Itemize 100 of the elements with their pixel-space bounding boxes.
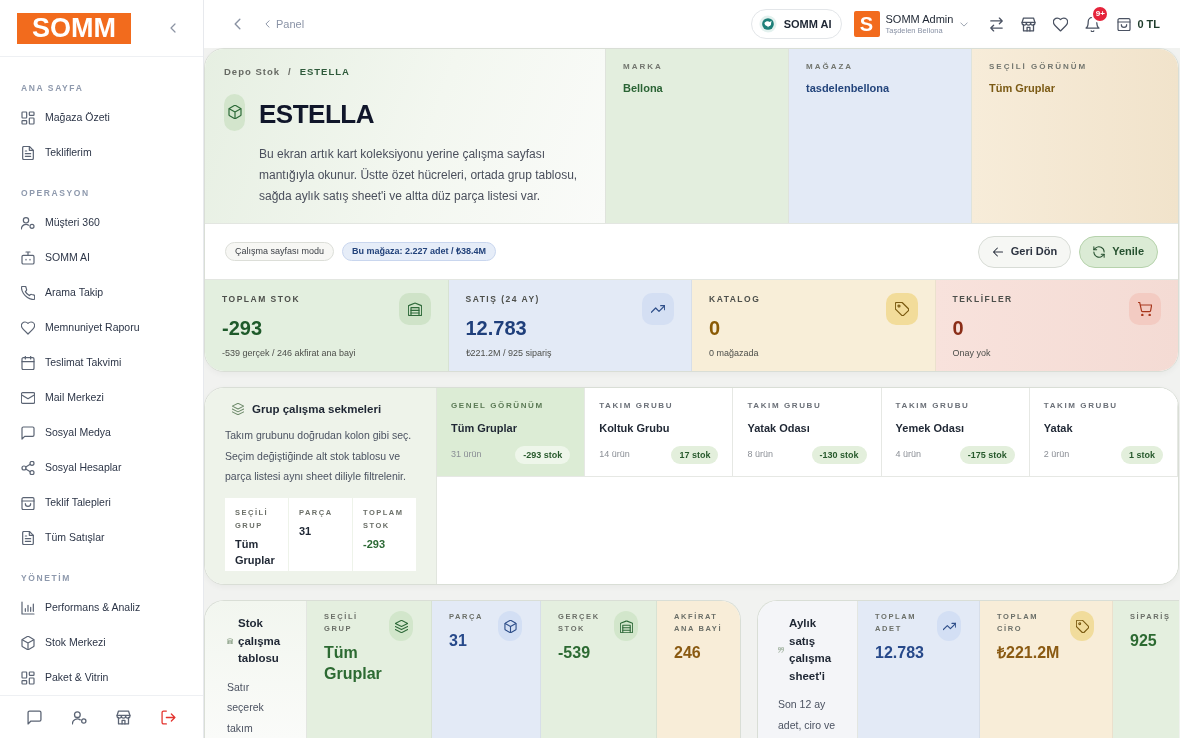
stat-note: ₺221.2M / 925 sipariş xyxy=(465,348,552,359)
summary-value: -293 xyxy=(363,536,387,552)
chat-icon[interactable] xyxy=(26,709,42,725)
section-heading: YÖNETİM xyxy=(21,573,71,583)
section-title: Stok çalışma tablosu xyxy=(238,616,282,666)
breadcrumb-current: ESTELLA xyxy=(299,66,350,78)
tab-kicker: TAKIM GRUBU xyxy=(895,401,971,411)
document-icon xyxy=(21,145,35,160)
group-tab[interactable]: TAKIM GRUBU Yatak Odası 8 ürün -130 stok xyxy=(733,388,882,477)
summary-value: 31 xyxy=(299,523,313,539)
tab-count: 4 ürün xyxy=(895,448,922,462)
sidebar-item[interactable]: Memnuniyet Raporu xyxy=(8,310,195,345)
chevron-left-icon xyxy=(265,20,270,28)
stat-value: 12.783 xyxy=(465,316,528,340)
tab-kicker: TAKIM GRUBU xyxy=(747,401,823,411)
cube-icon xyxy=(21,635,35,650)
metric-value: 925 xyxy=(1130,631,1158,651)
phone-icon xyxy=(21,285,35,300)
back-icon[interactable] xyxy=(234,18,241,30)
logout-icon[interactable] xyxy=(161,709,177,725)
cube-icon xyxy=(498,611,522,641)
info-value: Bellona xyxy=(623,81,663,95)
bar-chart-icon xyxy=(21,600,35,615)
sidebar-item[interactable]: Tekliflerim xyxy=(8,135,195,170)
cart-button[interactable]: 0 TL xyxy=(1117,15,1160,33)
breadcrumb-link[interactable]: Depo Stok xyxy=(224,66,280,78)
warehouse-icon xyxy=(614,611,638,641)
sidebar-item[interactable]: Performans & Analiz xyxy=(8,590,195,625)
metric-value: 246 xyxy=(674,643,702,663)
sidebar-item[interactable]: SOMM AI xyxy=(8,240,195,275)
tab-kicker: GENEL GÖRÜNÜM xyxy=(451,401,545,411)
stat-label: KATALOG xyxy=(709,294,761,304)
mail-icon xyxy=(21,390,35,405)
tab-count: 31 ürün xyxy=(451,448,482,462)
sidebar-item[interactable]: Müşteri 360 xyxy=(8,205,195,240)
sidebar-item[interactable]: Arama Takip xyxy=(8,275,195,310)
stock-badge: 17 stok xyxy=(671,446,719,464)
robot-icon xyxy=(21,250,35,265)
stat-value: -293 xyxy=(222,316,264,340)
tab-title: Koltuk Grubu xyxy=(599,421,671,435)
mode-chip: Çalışma sayfası modu xyxy=(225,242,335,261)
notification-badge: 9+ xyxy=(1091,5,1110,23)
ai-button[interactable]: SOMM AI xyxy=(750,9,842,39)
bell-icon[interactable] xyxy=(1084,16,1100,32)
stat-note: Onay yok xyxy=(952,348,992,359)
section-title: Grup çalışma sekmeleri xyxy=(252,402,382,416)
cube-icon xyxy=(224,93,245,131)
section-heading: OPERASYON xyxy=(21,188,90,198)
swap-icon[interactable] xyxy=(988,16,1004,32)
group-tab[interactable]: TAKIM GRUBU Yatak 2 ürün 1 stok xyxy=(1029,388,1178,477)
sidebar-item[interactable]: Mail Merkezi xyxy=(8,380,195,415)
layers-icon xyxy=(389,611,413,641)
tab-kicker: TAKIM GRUBU xyxy=(599,401,675,411)
stat-value: 0 xyxy=(709,316,722,340)
page-title: ESTELLA xyxy=(259,98,374,131)
sidebar-item[interactable]: Paket & Vitrin xyxy=(8,660,195,695)
stock-badge: -175 stok xyxy=(959,446,1015,464)
group-tab[interactable]: GENEL GÖRÜNÜM Tüm Gruplar 31 ürün -293 stok xyxy=(437,388,586,477)
section-description: Takım grubunu doğrudan kolon gibi seç. Seçim değiştiğinde alt stok tablosu ve parça listesi aynı sheet diliyle filtrelenir. xyxy=(225,428,413,484)
layers-icon xyxy=(232,403,244,415)
emblem-icon xyxy=(758,15,777,33)
stat-note: 0 mağazada xyxy=(709,348,760,359)
section-title: Aylık satış çalışma sheet'i xyxy=(789,616,833,684)
cart-icon xyxy=(1129,293,1161,325)
user-icon[interactable] xyxy=(71,709,87,725)
user-name: SOMM Admin xyxy=(885,12,954,26)
stat-note: -539 gerçek / 246 akfirat ana bayi xyxy=(222,348,356,359)
tab-count: 14 ürün xyxy=(599,448,630,462)
refresh-icon xyxy=(1093,245,1106,258)
group-tab[interactable]: TAKIM GRUBU Koltuk Grubu 14 ürün 17 stok xyxy=(585,388,734,477)
heart-icon xyxy=(21,320,35,335)
group-tab[interactable]: TAKIM GRUBU Yemek Odası 4 ürün -175 stok xyxy=(881,388,1030,477)
section-description: Satır seçerek takım xyxy=(227,679,265,736)
store-icon[interactable] xyxy=(116,709,132,725)
tab-title: Yemek Odası xyxy=(895,421,966,435)
sidebar-item[interactable]: Tüm Satışlar xyxy=(8,520,195,555)
chat-icon xyxy=(21,425,35,440)
sidebar-item[interactable]: Mağaza Özeti xyxy=(8,100,195,135)
stat-value: 0 xyxy=(952,316,965,340)
tab-count: 8 ürün xyxy=(747,448,773,462)
sidebar-item[interactable]: Sosyal Medya xyxy=(8,415,195,450)
sidebar-item[interactable]: Teslimat Takvimi xyxy=(8,345,195,380)
tab-kicker: TAKIM GRUBU xyxy=(1043,401,1119,411)
metric-value: 12.783 xyxy=(875,643,925,663)
bag-icon xyxy=(21,495,35,510)
info-value: Tüm Gruplar xyxy=(989,81,1055,95)
collapse-icon[interactable] xyxy=(170,23,176,33)
sidebar-item[interactable]: Teklif Talepleri xyxy=(8,485,195,520)
back-button[interactable]: Geri Dön xyxy=(977,235,1072,268)
refresh-button[interactable]: Yenile xyxy=(1079,235,1158,268)
grid-icon xyxy=(21,670,35,685)
sidebar-item[interactable]: Sosyal Hesaplar xyxy=(8,450,195,485)
store-icon[interactable] xyxy=(1020,16,1036,32)
sidebar-item[interactable]: Stok Merkezi xyxy=(8,625,195,660)
tab-title: Tüm Gruplar xyxy=(451,421,518,435)
arrow-left-icon xyxy=(991,245,1004,258)
heart-icon[interactable] xyxy=(1052,16,1068,32)
stock-badge: -293 stok xyxy=(515,446,571,464)
trend-up-icon xyxy=(642,293,674,325)
quote-icon xyxy=(778,647,784,653)
